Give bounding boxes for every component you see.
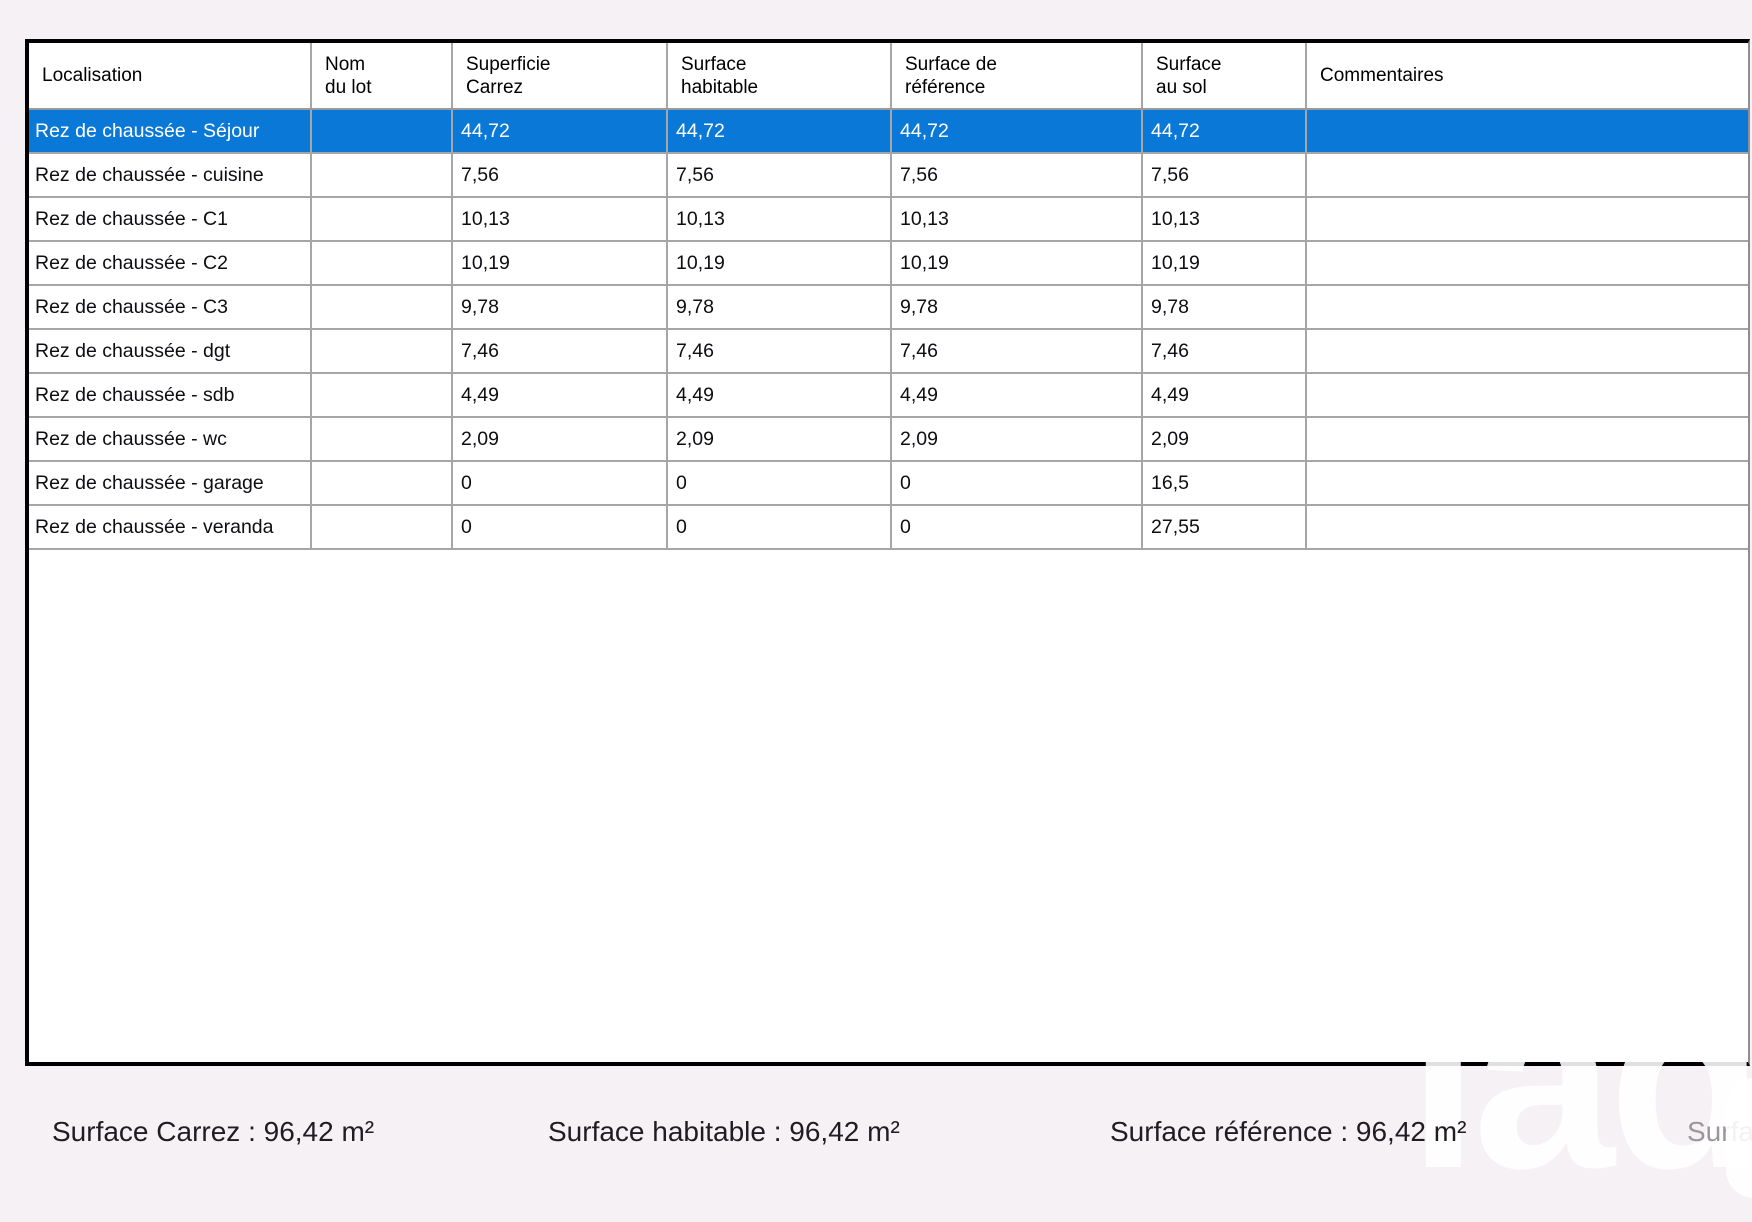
cell-surface_habitable[interactable]: 44,72: [668, 110, 892, 152]
cell-nom_du_lot[interactable]: [312, 462, 453, 504]
cell-surface_au_sol[interactable]: 10,13: [1143, 198, 1307, 240]
cell-surface_habitable[interactable]: 2,09: [668, 418, 892, 460]
cell-nom_du_lot[interactable]: [312, 418, 453, 460]
table-row[interactable]: Rez de chaussée - Séjour44,7244,7244,724…: [29, 110, 1748, 154]
cell-surface_habitable[interactable]: 0: [668, 462, 892, 504]
summary-surface-clipped: Surfa: [1687, 1112, 1752, 1152]
cell-nom_du_lot[interactable]: [312, 198, 453, 240]
cell-superficie_carrez[interactable]: 10,19: [453, 242, 668, 284]
table-body: Rez de chaussée - Séjour44,7244,7244,724…: [29, 110, 1748, 550]
cell-surface_reference[interactable]: 10,19: [892, 242, 1143, 284]
table-row[interactable]: Rez de chaussée - sdb4,494,494,494,49: [29, 374, 1748, 418]
cell-surface_au_sol[interactable]: 27,55: [1143, 506, 1307, 548]
cell-surface_habitable[interactable]: 7,56: [668, 154, 892, 196]
cell-surface_habitable[interactable]: 7,46: [668, 330, 892, 372]
cell-superficie_carrez[interactable]: 0: [453, 462, 668, 504]
summary-surface-reference: Surface référence : 96,42 m²: [1110, 1112, 1466, 1152]
table-row[interactable]: Rez de chaussée - veranda00027,55: [29, 506, 1748, 550]
cell-surface_habitable[interactable]: 10,13: [668, 198, 892, 240]
cell-superficie_carrez[interactable]: 4,49: [453, 374, 668, 416]
table-row[interactable]: Rez de chaussée - C110,1310,1310,1310,13: [29, 198, 1748, 242]
cell-superficie_carrez[interactable]: 10,13: [453, 198, 668, 240]
table-row[interactable]: Rez de chaussée - C210,1910,1910,1910,19: [29, 242, 1748, 286]
surfaces-table: LocalisationNom du lotSuperficie CarrezS…: [25, 39, 1750, 1066]
column-header-localisation[interactable]: Localisation: [29, 43, 312, 108]
cell-surface_reference[interactable]: 2,09: [892, 418, 1143, 460]
cell-surface_au_sol[interactable]: 9,78: [1143, 286, 1307, 328]
cell-localisation[interactable]: Rez de chaussée - Séjour: [29, 110, 312, 152]
cell-localisation[interactable]: Rez de chaussée - C1: [29, 198, 312, 240]
cell-commentaires[interactable]: [1307, 198, 1748, 240]
cell-surface_au_sol[interactable]: 7,46: [1143, 330, 1307, 372]
cell-localisation[interactable]: Rez de chaussée - C2: [29, 242, 312, 284]
cell-surface_reference[interactable]: 9,78: [892, 286, 1143, 328]
cell-superficie_carrez[interactable]: 9,78: [453, 286, 668, 328]
cell-localisation[interactable]: Rez de chaussée - wc: [29, 418, 312, 460]
cell-surface_au_sol[interactable]: 7,56: [1143, 154, 1307, 196]
cell-commentaires[interactable]: [1307, 110, 1748, 152]
column-header-nom_du_lot[interactable]: Nom du lot: [312, 43, 453, 108]
cell-surface_reference[interactable]: 7,46: [892, 330, 1143, 372]
summary-surface-carrez: Surface Carrez : 96,42 m²: [52, 1112, 374, 1152]
cell-surface_reference[interactable]: 0: [892, 462, 1143, 504]
cell-nom_du_lot[interactable]: [312, 506, 453, 548]
cell-localisation[interactable]: Rez de chaussée - cuisine: [29, 154, 312, 196]
column-header-surface_habitable[interactable]: Surface habitable: [668, 43, 892, 108]
cell-localisation[interactable]: Rez de chaussée - dgt: [29, 330, 312, 372]
column-header-surface_au_sol[interactable]: Surface au sol: [1143, 43, 1307, 108]
cell-nom_du_lot[interactable]: [312, 242, 453, 284]
cell-localisation[interactable]: Rez de chaussée - garage: [29, 462, 312, 504]
table-row[interactable]: Rez de chaussée - dgt7,467,467,467,46: [29, 330, 1748, 374]
table-row[interactable]: Rez de chaussée - C39,789,789,789,78: [29, 286, 1748, 330]
cell-surface_habitable[interactable]: 4,49: [668, 374, 892, 416]
cell-nom_du_lot[interactable]: [312, 330, 453, 372]
column-header-commentaires[interactable]: Commentaires: [1307, 43, 1748, 108]
cell-surface_reference[interactable]: 7,56: [892, 154, 1143, 196]
cell-nom_du_lot[interactable]: [312, 154, 453, 196]
cell-superficie_carrez[interactable]: 2,09: [453, 418, 668, 460]
column-header-surface_reference[interactable]: Surface de référence: [892, 43, 1143, 108]
cell-surface_habitable[interactable]: 9,78: [668, 286, 892, 328]
cell-nom_du_lot[interactable]: [312, 110, 453, 152]
cell-localisation[interactable]: Rez de chaussée - sdb: [29, 374, 312, 416]
cell-surface_reference[interactable]: 4,49: [892, 374, 1143, 416]
cell-surface_au_sol[interactable]: 10,19: [1143, 242, 1307, 284]
page: LocalisationNom du lotSuperficie CarrezS…: [0, 0, 1752, 1174]
table-row[interactable]: Rez de chaussée - wc2,092,092,092,09: [29, 418, 1748, 462]
cell-localisation[interactable]: Rez de chaussée - C3: [29, 286, 312, 328]
cell-commentaires[interactable]: [1307, 330, 1748, 372]
cell-surface_au_sol[interactable]: 4,49: [1143, 374, 1307, 416]
cell-nom_du_lot[interactable]: [312, 286, 453, 328]
cell-commentaires[interactable]: [1307, 374, 1748, 416]
table-row[interactable]: Rez de chaussée - cuisine7,567,567,567,5…: [29, 154, 1748, 198]
header-row: LocalisationNom du lotSuperficie CarrezS…: [29, 43, 1748, 110]
cell-nom_du_lot[interactable]: [312, 374, 453, 416]
cell-commentaires[interactable]: [1307, 418, 1748, 460]
cell-surface_reference[interactable]: 10,13: [892, 198, 1143, 240]
cell-commentaires[interactable]: [1307, 506, 1748, 548]
column-header-superficie_carrez[interactable]: Superficie Carrez: [453, 43, 668, 108]
cell-commentaires[interactable]: [1307, 286, 1748, 328]
cell-surface_au_sol[interactable]: 16,5: [1143, 462, 1307, 504]
table-row[interactable]: Rez de chaussée - garage00016,5: [29, 462, 1748, 506]
cell-surface_au_sol[interactable]: 44,72: [1143, 110, 1307, 152]
cell-commentaires[interactable]: [1307, 242, 1748, 284]
cell-commentaires[interactable]: [1307, 154, 1748, 196]
cell-surface_reference[interactable]: 0: [892, 506, 1143, 548]
cell-localisation[interactable]: Rez de chaussée - veranda: [29, 506, 312, 548]
table-header: LocalisationNom du lotSuperficie CarrezS…: [29, 43, 1748, 110]
cell-surface_au_sol[interactable]: 2,09: [1143, 418, 1307, 460]
cell-surface_habitable[interactable]: 10,19: [668, 242, 892, 284]
cell-superficie_carrez[interactable]: 0: [453, 506, 668, 548]
cell-surface_habitable[interactable]: 0: [668, 506, 892, 548]
cell-commentaires[interactable]: [1307, 462, 1748, 504]
cell-superficie_carrez[interactable]: 44,72: [453, 110, 668, 152]
cell-superficie_carrez[interactable]: 7,46: [453, 330, 668, 372]
cell-superficie_carrez[interactable]: 7,56: [453, 154, 668, 196]
summary-surface-habitable: Surface habitable : 96,42 m²: [548, 1112, 900, 1152]
cell-surface_reference[interactable]: 44,72: [892, 110, 1143, 152]
